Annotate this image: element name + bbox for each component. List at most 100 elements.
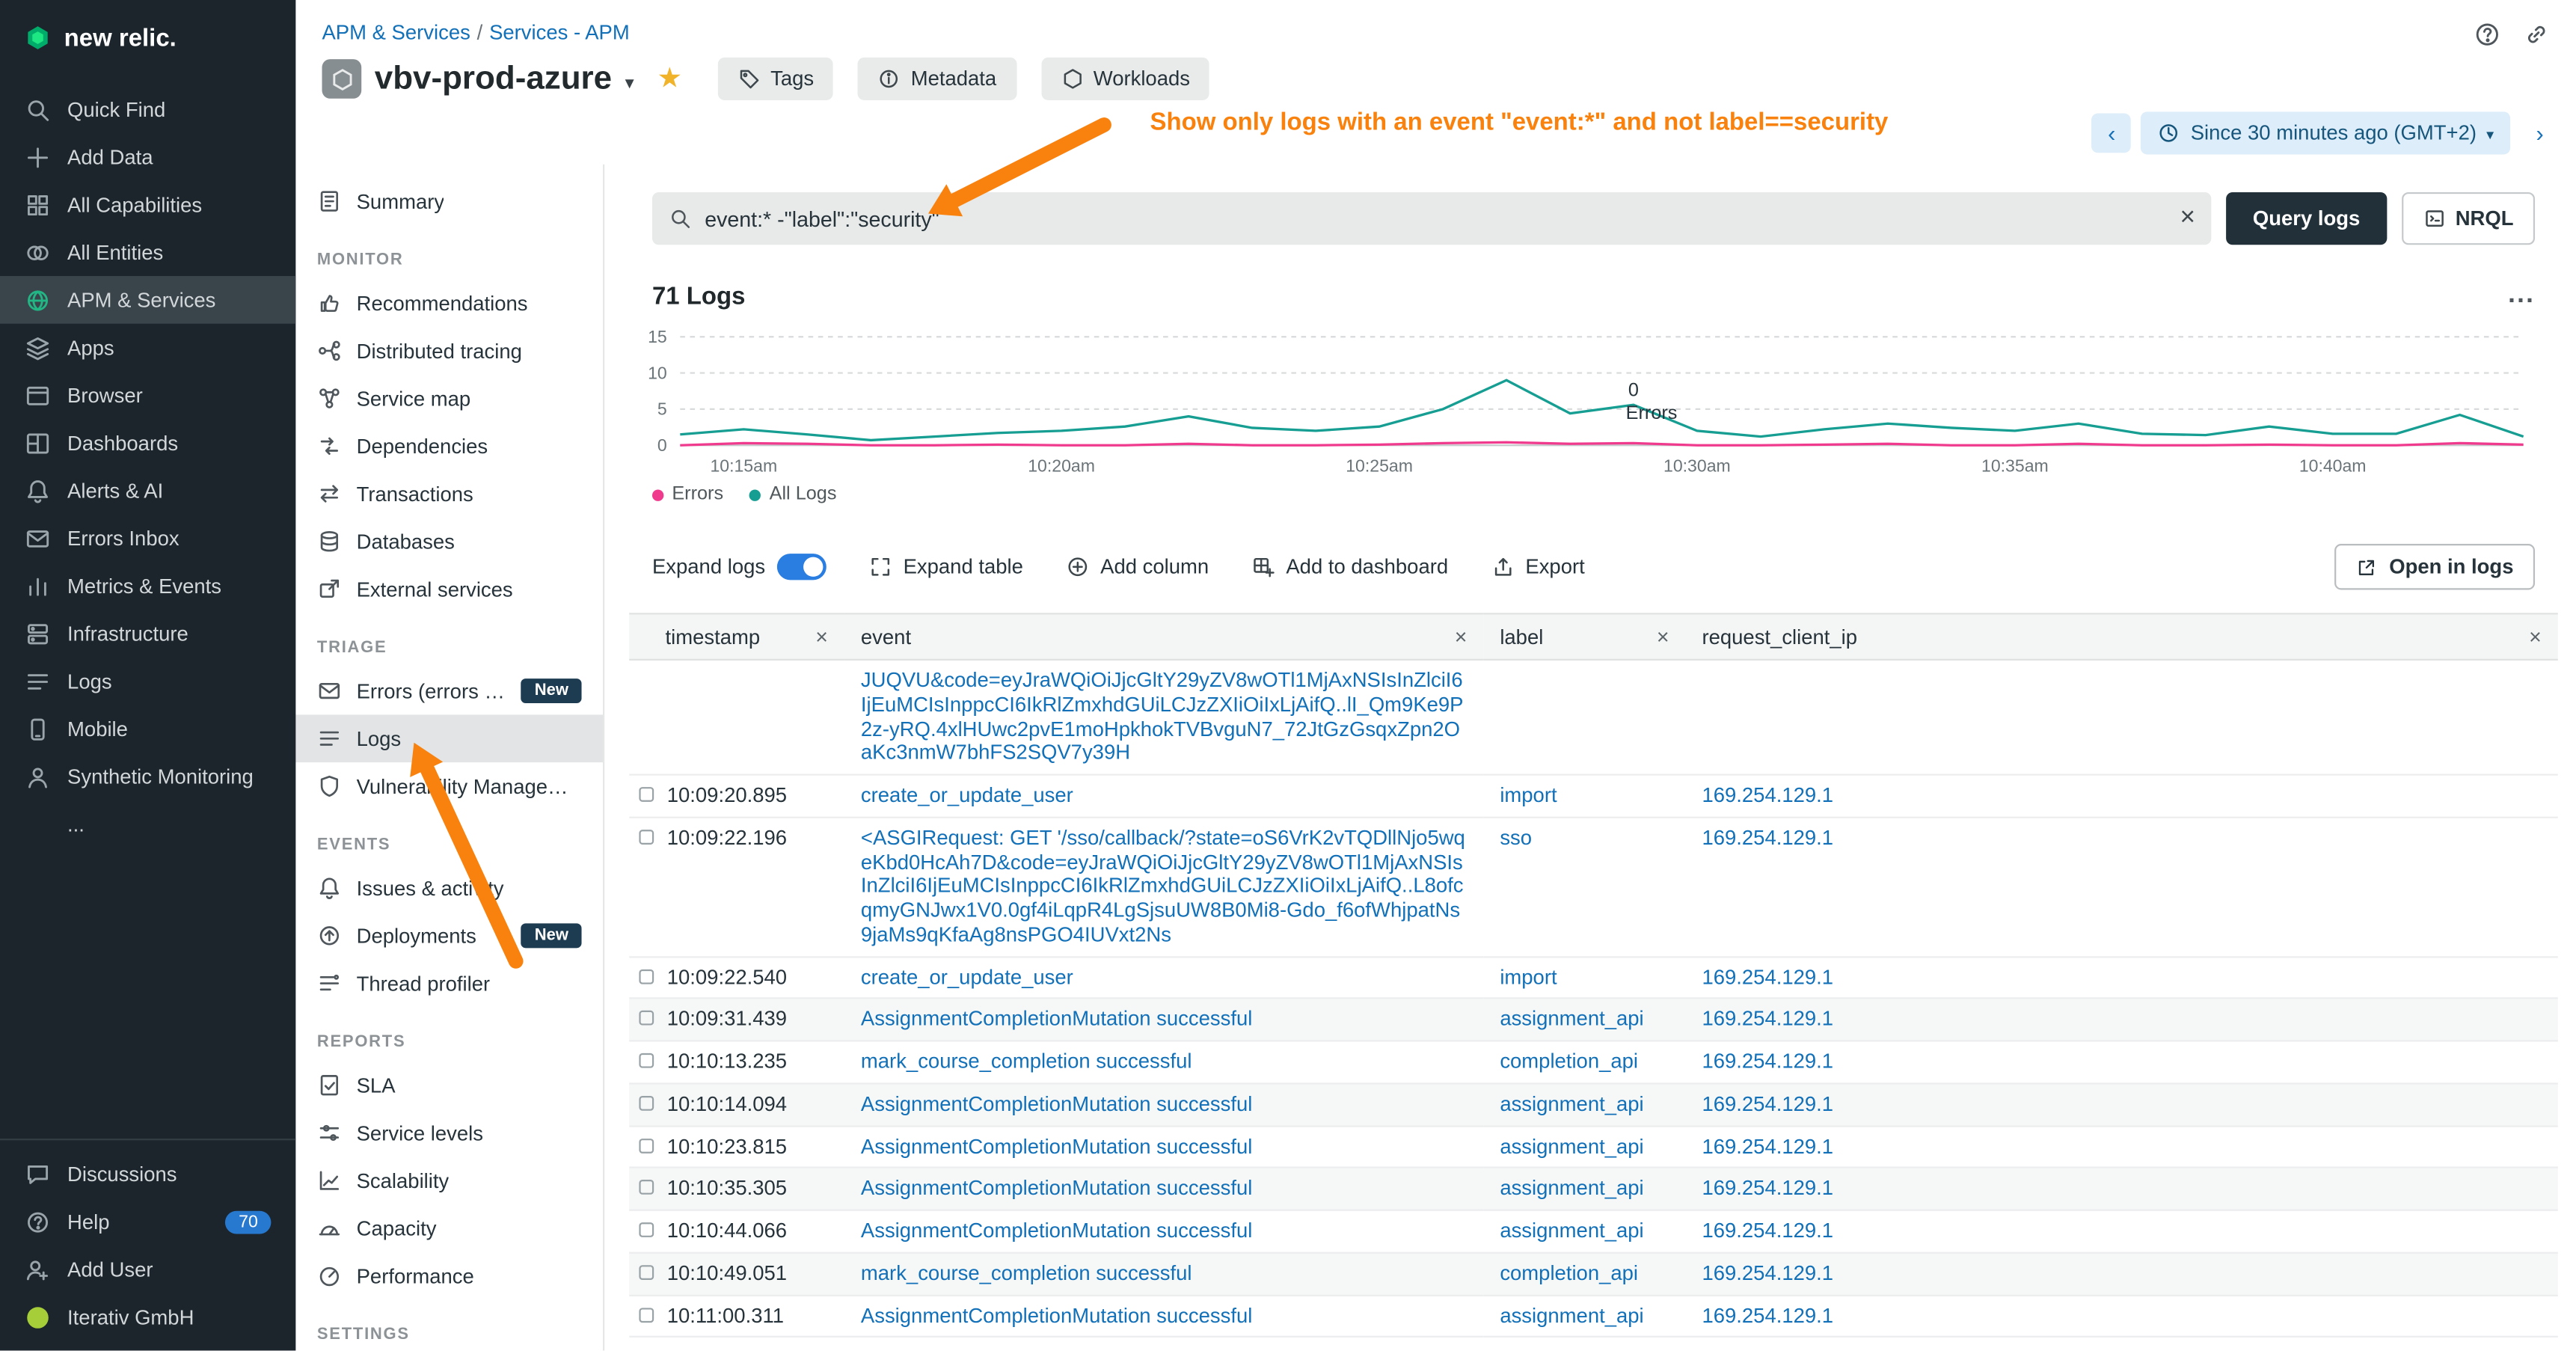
row-expand-icon[interactable] [639,1222,654,1237]
gnav-item-metrics-events[interactable]: Metrics & Events [0,562,295,610]
cell-ip-link[interactable]: 169.254.129.1 [1702,784,1833,807]
gnav-item-more[interactable]: ... [0,800,295,848]
cell-event-link[interactable]: mark_course_completion successful [861,1050,1467,1073]
gnav-item-mobile[interactable]: Mobile [0,705,295,753]
enav-item-vulnerability-management[interactable]: Vulnerability Management [295,762,603,810]
enav-item-logs[interactable]: Logs [295,714,603,762]
open-in-logs-button[interactable]: Open in logs [2335,544,2535,589]
cell-label-link[interactable]: completion_api [1500,1050,1638,1073]
gnav-item-alerts-ai[interactable]: Alerts & AI [0,467,295,515]
cell-label-link[interactable]: assignment_api [1500,1219,1643,1243]
cell-label-link[interactable]: completion_api [1500,1261,1638,1284]
cell-event-link[interactable]: JUQVU&code=eyJraWQiOiJjcGltY29yZV8wOTl1M… [861,669,1467,766]
gnav-item-logs[interactable]: Logs [0,658,295,705]
time-back-button[interactable]: ‹ [2092,114,2132,153]
permalink-icon[interactable] [2524,22,2550,48]
log-table-row[interactable]: 10:10:44.066AssignmentCompletionMutation… [629,1210,2558,1253]
entity-switcher-chevron-icon[interactable]: ▾ [625,72,634,94]
cell-ip-link[interactable]: 169.254.129.1 [1702,1219,1833,1243]
enav-item-distributed-tracing[interactable]: Distributed tracing [295,327,603,375]
log-table-row[interactable]: 10:09:22.540create_or_update_userimport1… [629,956,2558,999]
enav-item-scalability[interactable]: Scalability [295,1157,603,1204]
cell-event-link[interactable]: create_or_update_user [861,965,1467,989]
enav-item-transactions[interactable]: Transactions [295,470,603,518]
cell-label-link[interactable]: import [1500,965,1557,988]
favorite-star-icon[interactable]: ★ [657,62,682,95]
time-picker[interactable]: Since 30 minutes ago (GMT+2) ▾ [2141,111,2510,154]
logs-more-menu-button[interactable]: ... [2508,281,2535,311]
log-table-row[interactable]: 10:10:23.815AssignmentCompletionMutation… [629,1126,2558,1168]
time-forward-button[interactable]: › [2520,114,2560,153]
gnav-item-apps[interactable]: Apps [0,324,295,372]
legend-all-logs[interactable]: All Logs [749,485,836,504]
remove-column-icon[interactable]: × [1657,626,1669,648]
log-table-row[interactable]: JUQVU&code=eyJraWQiOiJjcGltY29yZV8wOTl1M… [629,660,2558,775]
legend-errors[interactable]: Errors [652,485,723,504]
cell-label-link[interactable]: assignment_api [1500,1092,1643,1115]
log-table-row[interactable]: 10:10:14.094AssignmentCompletionMutation… [629,1083,2558,1126]
logs-query-input[interactable]: event:* -"label":"security" [705,206,939,231]
cell-event-link[interactable]: create_or_update_user [861,784,1467,808]
logs-query-bar[interactable]: event:* -"label":"security" × [652,192,2212,245]
enav-item-dependencies[interactable]: Dependencies [295,422,603,470]
row-expand-icon[interactable] [639,969,654,984]
gnav-item-dashboards[interactable]: Dashboards [0,419,295,467]
enav-item-deployments[interactable]: DeploymentsNew [295,912,603,960]
row-expand-icon[interactable] [639,1307,654,1322]
gnav-item-synthetic-monitoring[interactable]: Synthetic Monitoring [0,753,295,800]
log-table-row[interactable]: 10:10:35.305AssignmentCompletionMutation… [629,1168,2558,1210]
cell-ip-link[interactable]: 169.254.129.1 [1702,1304,1833,1327]
query-logs-button[interactable]: Query logs [2227,192,2387,245]
column-header-timestamp[interactable]: timestamp× [629,613,844,659]
clear-query-icon[interactable]: × [2180,206,2195,232]
enav-item-external-services[interactable]: External services [295,566,603,613]
workloads-button[interactable]: Workloads [1040,58,1209,100]
gnav-item-browser[interactable]: Browser [0,371,295,419]
row-expand-icon[interactable] [639,830,654,845]
export-button[interactable]: Export [1491,555,1585,578]
cell-ip-link[interactable]: 169.254.129.1 [1702,1092,1833,1115]
row-expand-icon[interactable] [639,1053,654,1068]
cell-label-link[interactable]: assignment_api [1500,1177,1643,1200]
column-header-label[interactable]: label× [1483,613,1685,659]
log-table-row[interactable]: 10:09:22.196<ASGIRequest: GET '/sso/call… [629,817,2558,956]
gnav-item-all-capabilities[interactable]: All Capabilities [0,181,295,229]
breadcrumb-services-apm[interactable]: Services - APM [489,22,630,45]
cell-event-link[interactable]: AssignmentCompletionMutation successful [861,1092,1467,1116]
cell-event-link[interactable]: AssignmentCompletionMutation successful [861,1008,1467,1032]
cell-ip-link[interactable]: 169.254.129.1 [1702,1008,1833,1031]
row-expand-icon[interactable] [639,787,654,802]
cell-ip-link[interactable]: 169.254.129.1 [1702,1050,1833,1073]
enav-item-databases[interactable]: Databases [295,518,603,566]
enav-item-sla[interactable]: SLA [295,1062,603,1109]
row-expand-icon[interactable] [639,1138,654,1153]
cell-event-link[interactable]: AssignmentCompletionMutation successful [861,1304,1467,1328]
nrql-button[interactable]: NRQL [2401,192,2535,245]
column-header-event[interactable]: event× [844,613,1483,659]
tags-button[interactable]: Tags [718,58,834,100]
enav-item-service-levels[interactable]: Service levels [295,1109,603,1157]
expand-logs-toggle[interactable] [776,554,826,580]
cell-ip-link[interactable]: 169.254.129.1 [1702,1135,1833,1158]
cell-event-link[interactable]: AssignmentCompletionMutation successful [861,1177,1467,1201]
cell-label-link[interactable]: assignment_api [1500,1008,1643,1031]
gnav-item-quick-find[interactable]: Quick Find [0,85,295,133]
remove-column-icon[interactable]: × [815,626,828,648]
cell-event-link[interactable]: mark_course_completion successful [861,1261,1467,1285]
gnav-item-help[interactable]: Help70 [0,1198,295,1246]
metadata-button[interactable]: Metadata [858,58,1016,100]
cell-ip-link[interactable]: 169.254.129.1 [1702,965,1833,988]
cell-event-link[interactable]: AssignmentCompletionMutation successful [861,1219,1467,1243]
breadcrumb-apm-services[interactable]: APM & Services [322,22,470,45]
enav-item-errors-errors-inb[interactable]: Errors (errors inb...New [295,667,603,715]
enav-item-issues-activity[interactable]: Issues & activity [295,864,603,912]
expand-table-button[interactable]: Expand table [868,555,1022,578]
log-table-row[interactable]: 10:10:13.235mark_course_completion succe… [629,1041,2558,1083]
gnav-item-iterativ-gmbh[interactable]: Iterativ GmbH [0,1293,295,1341]
enav-item-capacity[interactable]: Capacity [295,1204,603,1252]
cell-ip-link[interactable]: 169.254.129.1 [1702,826,1833,849]
row-expand-icon[interactable] [639,1095,654,1110]
cell-event-link[interactable]: AssignmentCompletionMutation successful [861,1135,1467,1159]
cell-label-link[interactable]: sso [1500,826,1532,849]
gnav-item-apm-services[interactable]: APM & Services [0,276,295,324]
